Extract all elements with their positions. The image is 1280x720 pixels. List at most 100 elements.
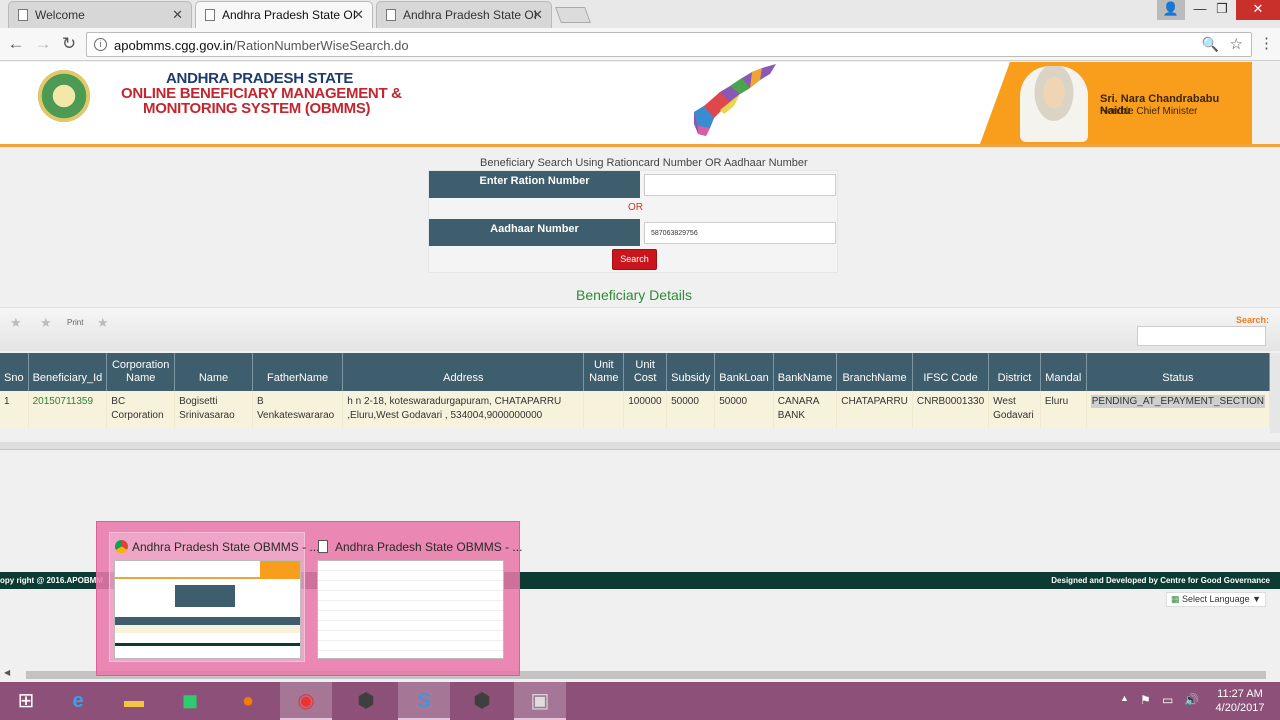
- thumbnail-preview-image: [114, 560, 301, 659]
- chief-minister-photo: [1020, 66, 1088, 142]
- chrome-taskbar-icon[interactable]: ◉: [280, 682, 332, 720]
- file-explorer-icon[interactable]: ▬: [108, 682, 160, 720]
- ap-state-emblem-logo: [38, 70, 90, 122]
- thumbnail-title: Andhra Pradesh State OBMMS - ...: [335, 540, 523, 554]
- col-branchname[interactable]: BranchName: [836, 353, 913, 391]
- cell-sno: 1: [0, 391, 29, 428]
- close-window-button[interactable]: ✕: [1236, 0, 1280, 20]
- col-father-name[interactable]: FatherName: [252, 353, 344, 391]
- volume-icon[interactable]: 🔊: [1184, 693, 1199, 707]
- cell-unit-cost: 100000: [623, 391, 668, 428]
- page-icon: [205, 9, 215, 21]
- col-beneficiary-id[interactable]: Beneficiary_Id: [28, 353, 108, 391]
- skype-icon[interactable]: S: [398, 682, 450, 720]
- col-ifsc-code[interactable]: IFSC Code: [912, 353, 990, 391]
- tab-welcome[interactable]: Welcome ✕: [8, 1, 192, 28]
- back-icon[interactable]: ←: [6, 34, 26, 54]
- scroll-left-icon[interactable]: ◀: [4, 668, 10, 677]
- col-status[interactable]: Status: [1086, 353, 1271, 391]
- system-clock[interactable]: 11:27 AM 4/20/2017: [1208, 687, 1272, 715]
- pdf-icon[interactable]: ★: [97, 315, 109, 331]
- aadhaar-number-input[interactable]: [644, 222, 836, 244]
- restore-button[interactable]: ❐: [1208, 0, 1236, 20]
- page-icon: [386, 9, 396, 21]
- ration-number-input[interactable]: [644, 174, 836, 196]
- col-unit-cost[interactable]: Unit Cost: [623, 353, 668, 391]
- table-footer-bar: [0, 442, 1280, 450]
- cell-ifsc: CNRB0001330: [912, 391, 990, 428]
- aadhaar-number-label: Aadhaar Number: [429, 219, 640, 246]
- col-corporation-name[interactable]: Corporation Name: [106, 353, 176, 391]
- col-bankloan[interactable]: BankLoan: [714, 353, 774, 391]
- windows-start-icon[interactable]: ⊞: [0, 682, 52, 720]
- ration-number-label: Enter Ration Number: [429, 171, 640, 198]
- cell-mandal: Eluru: [1040, 391, 1087, 428]
- bookmark-star-icon[interactable]: ☆: [1230, 35, 1243, 53]
- table-header-row: Sno Beneficiary_Id Corporation Name Name…: [0, 353, 1271, 391]
- cell-name: Bogisetti Srinivasarao: [174, 391, 253, 428]
- tab-title: Andhra Pradesh State OI: [222, 8, 357, 22]
- firefox-icon[interactable]: ●: [222, 682, 274, 720]
- browser-toolbar: ← → ↻ i apobmms.cgg.gov.in/RationNumberW…: [0, 28, 1280, 61]
- copyright-text: opy right @ 2016.APOBMM: [0, 576, 103, 585]
- info-icon[interactable]: i: [94, 38, 107, 51]
- video-editor-icon[interactable]: ▣: [514, 682, 566, 720]
- close-tab-icon[interactable]: ✕: [532, 2, 543, 28]
- col-mandal[interactable]: Mandal: [1040, 353, 1087, 391]
- tab-obmms-2[interactable]: Andhra Pradesh State OI ✕: [376, 1, 552, 28]
- cm-title: Hon'ble Chief Minister: [1100, 106, 1198, 117]
- close-tab-icon[interactable]: ✕: [172, 2, 183, 28]
- col-unit-name[interactable]: Unit Name: [583, 353, 625, 391]
- col-bankname[interactable]: BankName: [773, 353, 838, 391]
- table-search-input[interactable]: [1137, 326, 1266, 346]
- internet-explorer-icon[interactable]: e: [52, 682, 104, 720]
- new-tab-button[interactable]: [555, 7, 591, 23]
- store-icon[interactable]: ◼: [164, 682, 216, 720]
- status-value: PENDING_AT_EPAYMENT_SECTION: [1090, 395, 1265, 408]
- site-header: ANDHRA PRADESH STATE ONLINE BENEFICIARY …: [0, 62, 1252, 144]
- cell-address: h n 2-18, koteswaradurgapuram, CHATAPARR…: [342, 391, 585, 428]
- col-address[interactable]: Address: [342, 353, 585, 391]
- cell-corporation: BC Corporation: [106, 391, 176, 428]
- address-bar[interactable]: i apobmms.cgg.gov.in/RationNumberWiseSea…: [86, 32, 1252, 57]
- zoom-icon[interactable]: 🔍: [1202, 36, 1219, 53]
- col-subsidy[interactable]: Subsidy: [666, 353, 716, 391]
- copy-icon[interactable]: ★: [10, 315, 22, 331]
- search-button[interactable]: Search: [612, 249, 657, 270]
- table-vertical-scrollbar[interactable]: [1270, 353, 1280, 433]
- language-select[interactable]: ▦ Select Language ▼: [1166, 592, 1267, 607]
- or-separator: OR: [628, 202, 643, 213]
- thumbnail-window-2[interactable]: Andhra Pradesh State OBMMS - ...: [312, 532, 522, 662]
- page-icon: [318, 540, 328, 553]
- tab-title: Andhra Pradesh State OI: [403, 8, 538, 22]
- nox-player-icon[interactable]: ⬢: [340, 682, 392, 720]
- windows-taskbar: ⊞ e ▬ ◼ ● ◉ ⬢ S ⬢ ▣ ▲ ⚑ ▭ 🔊 11:27 AM 4/2…: [0, 682, 1280, 720]
- taskbar-thumbnail-popup: Andhra Pradesh State OBMMS - ... Andhra …: [96, 521, 522, 676]
- network-icon[interactable]: ▭: [1162, 693, 1173, 707]
- col-sno[interactable]: Sno: [0, 353, 29, 391]
- flag-icon[interactable]: ⚑: [1140, 693, 1151, 707]
- beneficiary-details-title: Beneficiary Details: [576, 287, 692, 303]
- thumbnail-window-1[interactable]: Andhra Pradesh State OBMMS - ...: [109, 532, 319, 662]
- search-caption: Beneficiary Search Using Rationcard Numb…: [480, 157, 808, 169]
- reload-icon[interactable]: ↻: [59, 34, 79, 54]
- forward-icon[interactable]: →: [33, 34, 53, 54]
- thumbnail-preview-image: [317, 560, 504, 659]
- cell-unit-name: [583, 391, 625, 428]
- cell-beneficiary-id[interactable]: 20150711359: [28, 391, 108, 428]
- show-hidden-icons[interactable]: ▲: [1120, 693, 1129, 703]
- close-tab-icon[interactable]: ✕: [353, 2, 364, 28]
- cell-bankname: CANARA BANK: [773, 391, 838, 428]
- header-divider: [0, 144, 1280, 147]
- col-district[interactable]: District: [988, 353, 1041, 391]
- tab-obmms-active[interactable]: Andhra Pradesh State OI ✕: [195, 1, 373, 28]
- profile-icon[interactable]: 👤: [1157, 0, 1185, 20]
- chrome-menu-icon[interactable]: ⋮: [1259, 34, 1274, 52]
- export-icon[interactable]: ★: [40, 315, 52, 331]
- nox-multi-icon[interactable]: ⬢: [456, 682, 508, 720]
- cell-subsidy: 50000: [666, 391, 716, 428]
- col-name[interactable]: Name: [174, 353, 253, 391]
- cell-district: West Godavari: [988, 391, 1041, 428]
- print-button[interactable]: Print: [67, 318, 83, 327]
- cell-father-name: B Venkateswararao: [252, 391, 344, 428]
